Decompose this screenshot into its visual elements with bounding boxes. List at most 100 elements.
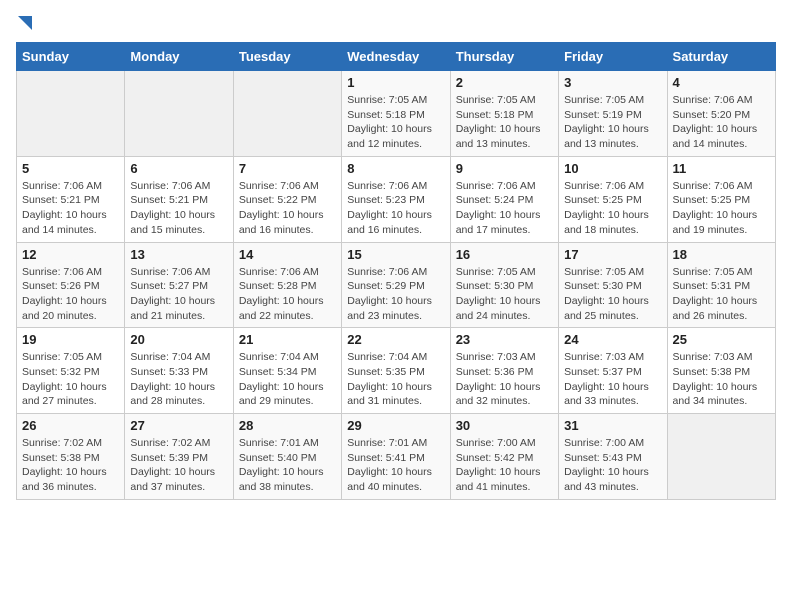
calendar-cell: 27 Sunrise: 7:02 AM Sunset: 5:39 PM Dayli… bbox=[125, 414, 233, 500]
day-info: Sunrise: 7:04 AM Sunset: 5:34 PM Dayligh… bbox=[239, 350, 336, 409]
day-info: Sunrise: 7:05 AM Sunset: 5:30 PM Dayligh… bbox=[564, 265, 661, 324]
calendar-cell: 1 Sunrise: 7:05 AM Sunset: 5:18 PM Daylig… bbox=[342, 71, 450, 157]
day-info: Sunrise: 7:06 AM Sunset: 5:29 PM Dayligh… bbox=[347, 265, 444, 324]
day-number: 28 bbox=[239, 418, 336, 433]
day-number: 15 bbox=[347, 247, 444, 262]
calendar-cell: 24 Sunrise: 7:03 AM Sunset: 5:37 PM Dayli… bbox=[559, 328, 667, 414]
logo bbox=[16, 16, 32, 30]
day-number: 1 bbox=[347, 75, 444, 90]
day-number: 26 bbox=[22, 418, 119, 433]
weekday-header-row: SundayMondayTuesdayWednesdayThursdayFrid… bbox=[17, 43, 776, 71]
day-number: 23 bbox=[456, 332, 553, 347]
weekday-header-wednesday: Wednesday bbox=[342, 43, 450, 71]
day-info: Sunrise: 7:02 AM Sunset: 5:39 PM Dayligh… bbox=[130, 436, 227, 495]
week-row-4: 19 Sunrise: 7:05 AM Sunset: 5:32 PM Dayli… bbox=[17, 328, 776, 414]
weekday-header-monday: Monday bbox=[125, 43, 233, 71]
weekday-header-friday: Friday bbox=[559, 43, 667, 71]
day-number: 12 bbox=[22, 247, 119, 262]
weekday-header-saturday: Saturday bbox=[667, 43, 775, 71]
calendar-cell: 11 Sunrise: 7:06 AM Sunset: 5:25 PM Dayli… bbox=[667, 156, 775, 242]
calendar-cell bbox=[233, 71, 341, 157]
day-number: 16 bbox=[456, 247, 553, 262]
day-info: Sunrise: 7:06 AM Sunset: 5:28 PM Dayligh… bbox=[239, 265, 336, 324]
calendar-cell: 6 Sunrise: 7:06 AM Sunset: 5:21 PM Daylig… bbox=[125, 156, 233, 242]
calendar-cell: 19 Sunrise: 7:05 AM Sunset: 5:32 PM Dayli… bbox=[17, 328, 125, 414]
calendar-cell: 26Sunrise: 7:02 AM Sunset: 5:38 PM Dayli… bbox=[17, 414, 125, 500]
calendar-cell: 7 Sunrise: 7:06 AM Sunset: 5:22 PM Daylig… bbox=[233, 156, 341, 242]
calendar-table: SundayMondayTuesdayWednesdayThursdayFrid… bbox=[16, 42, 776, 500]
calendar-cell: 28 Sunrise: 7:01 AM Sunset: 5:40 PM Dayli… bbox=[233, 414, 341, 500]
day-info: Sunrise: 7:05 AM Sunset: 5:30 PM Dayligh… bbox=[456, 265, 553, 324]
week-row-1: 1 Sunrise: 7:05 AM Sunset: 5:18 PM Daylig… bbox=[17, 71, 776, 157]
day-info: Sunrise: 7:06 AM Sunset: 5:27 PM Dayligh… bbox=[130, 265, 227, 324]
day-number: 22 bbox=[347, 332, 444, 347]
day-number: 13 bbox=[130, 247, 227, 262]
calendar-cell: 2Sunrise: 7:05 AM Sunset: 5:18 PM Daylig… bbox=[450, 71, 558, 157]
day-info: Sunrise: 7:06 AM Sunset: 5:21 PM Dayligh… bbox=[130, 179, 227, 238]
calendar-cell: 20Sunrise: 7:04 AM Sunset: 5:33 PM Dayli… bbox=[125, 328, 233, 414]
calendar-cell: 3 Sunrise: 7:05 AM Sunset: 5:19 PM Daylig… bbox=[559, 71, 667, 157]
calendar-cell bbox=[125, 71, 233, 157]
calendar-cell: 15 Sunrise: 7:06 AM Sunset: 5:29 PM Dayli… bbox=[342, 242, 450, 328]
calendar-cell: 25 Sunrise: 7:03 AM Sunset: 5:38 PM Dayli… bbox=[667, 328, 775, 414]
calendar-cell: 8 Sunrise: 7:06 AM Sunset: 5:23 PM Daylig… bbox=[342, 156, 450, 242]
day-info: Sunrise: 7:01 AM Sunset: 5:41 PM Dayligh… bbox=[347, 436, 444, 495]
day-info: Sunrise: 7:06 AM Sunset: 5:23 PM Dayligh… bbox=[347, 179, 444, 238]
calendar-cell: 5 Sunrise: 7:06 AM Sunset: 5:21 PM Daylig… bbox=[17, 156, 125, 242]
calendar-cell: 17 Sunrise: 7:05 AM Sunset: 5:30 PM Dayli… bbox=[559, 242, 667, 328]
day-info: Sunrise: 7:05 AM Sunset: 5:18 PM Dayligh… bbox=[347, 93, 444, 152]
calendar-cell bbox=[667, 414, 775, 500]
day-info: Sunrise: 7:04 AM Sunset: 5:35 PM Dayligh… bbox=[347, 350, 444, 409]
day-info: Sunrise: 7:05 AM Sunset: 5:19 PM Dayligh… bbox=[564, 93, 661, 152]
weekday-header-sunday: Sunday bbox=[17, 43, 125, 71]
day-info: Sunrise: 7:06 AM Sunset: 5:22 PM Dayligh… bbox=[239, 179, 336, 238]
day-number: 24 bbox=[564, 332, 661, 347]
calendar-cell: 10Sunrise: 7:06 AM Sunset: 5:25 PM Dayli… bbox=[559, 156, 667, 242]
calendar-cell bbox=[17, 71, 125, 157]
day-number: 11 bbox=[673, 161, 770, 176]
calendar-cell: 23Sunrise: 7:03 AM Sunset: 5:36 PM Dayli… bbox=[450, 328, 558, 414]
day-number: 27 bbox=[130, 418, 227, 433]
day-info: Sunrise: 7:05 AM Sunset: 5:18 PM Dayligh… bbox=[456, 93, 553, 152]
calendar-cell: 9Sunrise: 7:06 AM Sunset: 5:24 PM Daylig… bbox=[450, 156, 558, 242]
day-info: Sunrise: 7:05 AM Sunset: 5:31 PM Dayligh… bbox=[673, 265, 770, 324]
day-info: Sunrise: 7:06 AM Sunset: 5:21 PM Dayligh… bbox=[22, 179, 119, 238]
day-info: Sunrise: 7:03 AM Sunset: 5:37 PM Dayligh… bbox=[564, 350, 661, 409]
day-number: 30 bbox=[456, 418, 553, 433]
week-row-3: 12 Sunrise: 7:06 AM Sunset: 5:26 PM Dayli… bbox=[17, 242, 776, 328]
day-info: Sunrise: 7:01 AM Sunset: 5:40 PM Dayligh… bbox=[239, 436, 336, 495]
day-number: 4 bbox=[673, 75, 770, 90]
day-info: Sunrise: 7:06 AM Sunset: 5:26 PM Dayligh… bbox=[22, 265, 119, 324]
calendar-cell: 13 Sunrise: 7:06 AM Sunset: 5:27 PM Dayli… bbox=[125, 242, 233, 328]
calendar-cell: 22 Sunrise: 7:04 AM Sunset: 5:35 PM Dayli… bbox=[342, 328, 450, 414]
day-info: Sunrise: 7:06 AM Sunset: 5:20 PM Dayligh… bbox=[673, 93, 770, 152]
day-number: 21 bbox=[239, 332, 336, 347]
week-row-2: 5 Sunrise: 7:06 AM Sunset: 5:21 PM Daylig… bbox=[17, 156, 776, 242]
calendar-cell: 18 Sunrise: 7:05 AM Sunset: 5:31 PM Dayli… bbox=[667, 242, 775, 328]
day-info: Sunrise: 7:06 AM Sunset: 5:24 PM Dayligh… bbox=[456, 179, 553, 238]
day-number: 7 bbox=[239, 161, 336, 176]
day-number: 5 bbox=[22, 161, 119, 176]
day-number: 25 bbox=[673, 332, 770, 347]
weekday-header-tuesday: Tuesday bbox=[233, 43, 341, 71]
day-number: 17 bbox=[564, 247, 661, 262]
day-number: 6 bbox=[130, 161, 227, 176]
day-number: 20 bbox=[130, 332, 227, 347]
day-number: 29 bbox=[347, 418, 444, 433]
calendar-cell: 30 Sunrise: 7:00 AM Sunset: 5:42 PM Dayli… bbox=[450, 414, 558, 500]
calendar-cell: 4 Sunrise: 7:06 AM Sunset: 5:20 PM Daylig… bbox=[667, 71, 775, 157]
day-info: Sunrise: 7:00 AM Sunset: 5:42 PM Dayligh… bbox=[456, 436, 553, 495]
day-number: 3 bbox=[564, 75, 661, 90]
day-number: 8 bbox=[347, 161, 444, 176]
calendar-cell: 12 Sunrise: 7:06 AM Sunset: 5:26 PM Dayli… bbox=[17, 242, 125, 328]
day-info: Sunrise: 7:06 AM Sunset: 5:25 PM Dayligh… bbox=[673, 179, 770, 238]
day-number: 10 bbox=[564, 161, 661, 176]
day-number: 18 bbox=[673, 247, 770, 262]
calendar-cell: 31Sunrise: 7:00 AM Sunset: 5:43 PM Dayli… bbox=[559, 414, 667, 500]
calendar-cell: 16 Sunrise: 7:05 AM Sunset: 5:30 PM Dayli… bbox=[450, 242, 558, 328]
day-info: Sunrise: 7:05 AM Sunset: 5:32 PM Dayligh… bbox=[22, 350, 119, 409]
day-info: Sunrise: 7:03 AM Sunset: 5:38 PM Dayligh… bbox=[673, 350, 770, 409]
calendar-cell: 29 Sunrise: 7:01 AM Sunset: 5:41 PM Dayli… bbox=[342, 414, 450, 500]
day-number: 19 bbox=[22, 332, 119, 347]
weekday-header-thursday: Thursday bbox=[450, 43, 558, 71]
